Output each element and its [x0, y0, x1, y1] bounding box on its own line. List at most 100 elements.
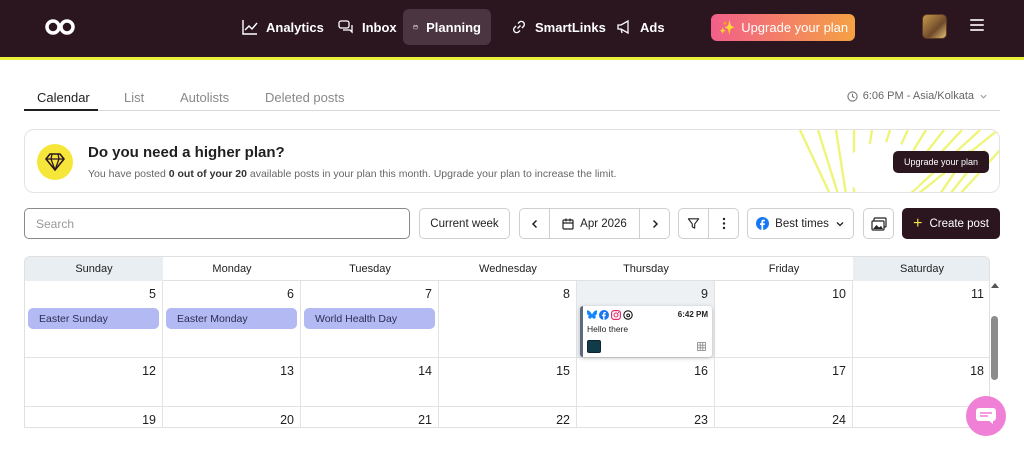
calendar-icon — [413, 24, 418, 30]
day-number: 10 — [832, 287, 846, 301]
day-cell[interactable]: 7 World Health Day — [301, 281, 439, 358]
day-cell[interactable]: 22 — [439, 407, 577, 427]
tab-list[interactable]: List — [124, 90, 144, 105]
avatar[interactable] — [922, 14, 947, 39]
nav-smartlinks-label: SmartLinks — [535, 19, 606, 35]
day-cell[interactable]: 5 Easter Sunday — [25, 281, 163, 358]
day-cell[interactable]: 16 — [577, 358, 715, 407]
image-gallery-icon — [870, 216, 887, 231]
day-cell-today[interactable]: 9 6:42 PM Hello there — [577, 281, 715, 358]
chevron-left-icon — [531, 219, 537, 228]
search-input[interactable]: Search — [24, 208, 410, 239]
day-cell[interactable]: 11 — [853, 281, 989, 358]
day-cell[interactable]: 6 Easter Monday — [163, 281, 301, 358]
best-times-dropdown[interactable]: Best times — [747, 208, 854, 239]
day-cell[interactable]: 10 — [715, 281, 853, 358]
day-cell[interactable]: 19 — [25, 407, 163, 427]
upgrade-plan-button[interactable]: ✨ Upgrade your plan — [711, 14, 855, 41]
facebook-icon — [756, 217, 770, 230]
more-options-button[interactable] — [709, 209, 738, 238]
chevron-down-icon — [980, 94, 987, 99]
logo-icon[interactable] — [44, 16, 76, 38]
chat-bubbles-icon — [338, 20, 353, 34]
banner-description: You have posted 0 out of your 20 availab… — [88, 168, 617, 180]
support-chat-button[interactable] — [966, 396, 1006, 436]
day-number: 17 — [832, 364, 846, 378]
post-time: 6:42 PM — [677, 310, 708, 319]
day-cell[interactable]: 12 — [25, 358, 163, 407]
month-navigator: Apr 2026 — [519, 208, 670, 239]
bluesky-icon — [587, 310, 597, 319]
day-cell[interactable]: 15 — [439, 358, 577, 407]
day-number: 19 — [142, 413, 156, 427]
tab-calendar[interactable]: Calendar — [37, 90, 90, 105]
nav-planning[interactable]: Planning — [403, 9, 491, 45]
timezone-label: 6:06 PM - Asia/Kolkata — [862, 90, 974, 102]
current-week-button[interactable]: Current week — [419, 208, 510, 239]
calendar-icon — [562, 218, 574, 230]
facebook-icon — [599, 310, 609, 320]
weekday-sunday: Sunday — [25, 257, 163, 281]
day-number: 16 — [694, 364, 708, 378]
weekday-wednesday: Wednesday — [479, 263, 537, 275]
previous-button[interactable] — [520, 209, 550, 238]
next-button[interactable] — [639, 209, 669, 238]
media-library-button[interactable] — [863, 208, 894, 239]
day-number: 15 — [556, 364, 570, 378]
holiday-event[interactable]: World Health Day — [304, 308, 435, 329]
day-number: 13 — [280, 364, 294, 378]
nav-ads-label: Ads — [640, 19, 665, 35]
nav-smartlinks[interactable]: SmartLinks — [501, 9, 616, 45]
weekday-thursday: Thursday — [623, 263, 669, 275]
tab-deleted-posts[interactable]: Deleted posts — [265, 90, 345, 105]
holiday-event[interactable]: Easter Sunday — [28, 308, 159, 329]
post-usage-count: 0 out of your 20 — [168, 168, 247, 180]
post-thumbnail — [587, 340, 601, 353]
megaphone-icon — [617, 19, 629, 35]
chevron-down-icon — [836, 221, 844, 226]
nav-inbox[interactable]: Inbox — [328, 9, 407, 45]
day-cell[interactable]: 20 — [163, 407, 301, 427]
chevron-right-icon — [652, 219, 658, 228]
create-post-button[interactable]: + Create post — [902, 208, 1000, 239]
day-cell[interactable]: 18 — [853, 358, 989, 407]
kebab-menu-icon — [722, 217, 725, 230]
chat-bubble-icon — [976, 408, 996, 424]
nav-ads[interactable]: Ads — [606, 9, 675, 45]
timezone-selector[interactable]: 6:06 PM - Asia/Kolkata — [847, 90, 988, 102]
weekday-monday: Monday — [212, 263, 252, 275]
day-number: 9 — [701, 287, 708, 301]
accent-divider — [0, 57, 1024, 60]
banner-upgrade-button[interactable]: Upgrade your plan — [893, 151, 989, 173]
day-cell[interactable]: 14 — [301, 358, 439, 407]
weekday-saturday: Saturday — [853, 257, 989, 281]
day-cell[interactable]: 8 — [439, 281, 577, 358]
day-cell[interactable]: 17 — [715, 358, 853, 407]
chart-line-icon — [242, 20, 258, 35]
create-post-label: Create post — [929, 217, 989, 230]
day-number: 18 — [970, 364, 984, 378]
nav-analytics-label: Analytics — [266, 19, 324, 35]
day-cell[interactable]: 24 — [715, 407, 853, 427]
scrollbar-thumb[interactable] — [991, 316, 998, 380]
day-cell[interactable]: 23 — [577, 407, 715, 427]
scheduled-post-card[interactable]: 6:42 PM Hello there — [580, 306, 712, 357]
nav-analytics[interactable]: Analytics — [232, 9, 334, 45]
holiday-event[interactable]: Easter Monday — [166, 308, 297, 329]
instagram-icon — [611, 310, 621, 320]
day-number: 7 — [425, 287, 432, 301]
day-number: 24 — [832, 413, 846, 427]
day-number: 5 — [149, 287, 156, 301]
tab-autolists[interactable]: Autolists — [180, 90, 229, 105]
day-cell[interactable]: 21 — [301, 407, 439, 427]
weekday-header: Sunday Monday Tuesday Wednesday Thursday… — [25, 257, 989, 281]
menu-icon[interactable] — [970, 19, 984, 31]
nav-inbox-label: Inbox — [362, 19, 397, 35]
month-picker[interactable]: Apr 2026 — [550, 209, 639, 238]
filter-button[interactable] — [679, 209, 709, 238]
upgrade-plan-label: Upgrade your plan — [741, 20, 849, 35]
threads-icon — [623, 310, 633, 320]
day-cell[interactable]: 13 — [163, 358, 301, 407]
clock-icon — [847, 90, 858, 102]
day-number: 22 — [556, 413, 570, 427]
